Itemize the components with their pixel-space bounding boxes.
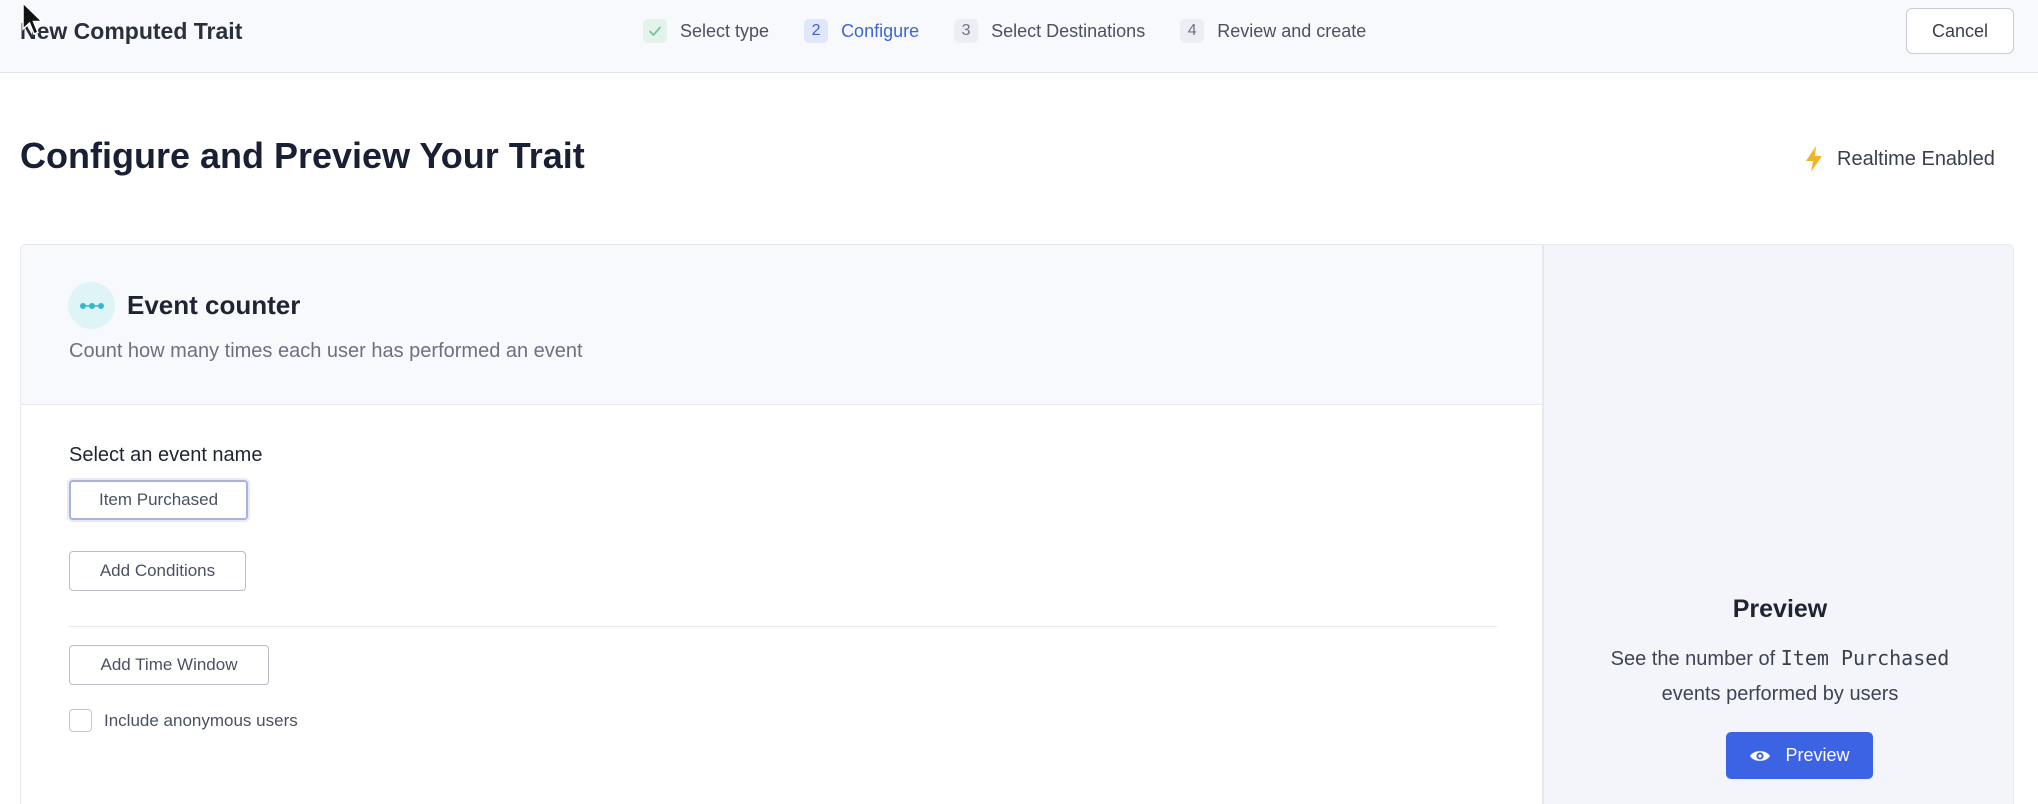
- trait-form: Select an event name Item Purchased Add …: [21, 405, 1543, 804]
- step-number: 3: [954, 19, 979, 43]
- realtime-indicator: Realtime Enabled: [1803, 145, 1995, 173]
- step-number: 4: [1180, 19, 1205, 43]
- stepper: Select type 2 Configure 3 Select Destina…: [643, 19, 1401, 43]
- eye-icon: [1750, 750, 1771, 761]
- preview-desc-prefix: See the number of: [1610, 648, 1781, 670]
- event-counter-icon: [68, 282, 115, 329]
- include-anonymous-row[interactable]: Include anonymous users: [69, 709, 298, 732]
- preview-title: Preview: [1732, 595, 1828, 623]
- add-time-window-button[interactable]: Add Time Window: [69, 645, 269, 685]
- step-label: Select Destinations: [991, 20, 1146, 41]
- step-select-type[interactable]: Select type: [643, 19, 769, 43]
- preview-button-label: Preview: [1785, 745, 1850, 765]
- trait-type-header: Event counter Count how many times each …: [21, 245, 1543, 405]
- step-number: 2: [804, 19, 829, 43]
- cancel-button[interactable]: Cancel: [1906, 8, 2014, 54]
- lightning-bolt-icon: [1806, 146, 1822, 172]
- preview-button[interactable]: Preview: [1726, 732, 1873, 779]
- step-configure[interactable]: 2 Configure: [804, 19, 919, 43]
- trait-config-card: Event counter Count how many times each …: [20, 244, 2014, 804]
- mouse-cursor-icon: [22, 2, 44, 35]
- preview-description: See the number of Item Purchased events …: [1574, 641, 1986, 712]
- checkmark-icon: [643, 19, 667, 43]
- divider: [69, 626, 1497, 627]
- step-label: Select type: [680, 20, 770, 41]
- include-anonymous-label: Include anonymous users: [104, 710, 298, 730]
- preview-event-name: Item Purchased: [1780, 646, 1950, 670]
- step-review-and-create[interactable]: 4 Review and create: [1180, 19, 1366, 43]
- app-title: New Computed Trait: [20, 18, 243, 44]
- trait-type-title: Event counter: [127, 290, 301, 320]
- event-name-select[interactable]: Item Purchased: [69, 480, 248, 520]
- add-conditions-button[interactable]: Add Conditions: [69, 551, 246, 591]
- trait-type-description: Count how many times each user has perfo…: [69, 340, 583, 362]
- step-label: Review and create: [1217, 20, 1367, 41]
- step-select-destinations[interactable]: 3 Select Destinations: [954, 19, 1145, 43]
- step-label: Configure: [841, 20, 920, 41]
- preview-panel: Preview See the number of Item Purchased…: [1543, 245, 2013, 804]
- realtime-label: Realtime Enabled: [1837, 147, 1995, 170]
- page-title: Configure and Preview Your Trait: [20, 135, 585, 176]
- top-bar: New Computed Trait Select type 2 Configu…: [0, 0, 2038, 73]
- include-anonymous-checkbox[interactable]: [69, 709, 92, 732]
- preview-desc-suffix: events performed by users: [1661, 683, 1899, 705]
- event-name-label: Select an event name: [69, 444, 263, 466]
